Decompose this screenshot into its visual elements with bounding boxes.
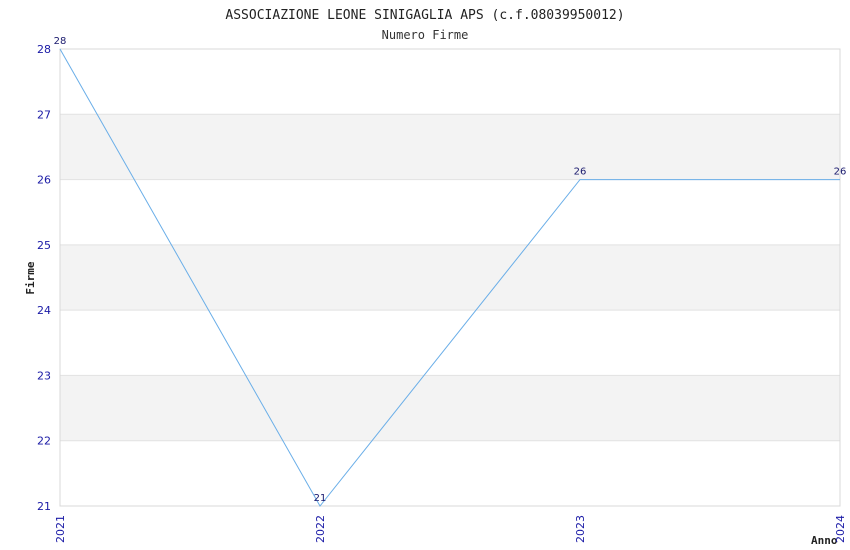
chart-subtitle: Numero Firme bbox=[382, 28, 469, 42]
y-axis-title: Firme bbox=[24, 261, 37, 294]
x-tick-label: 2021 bbox=[54, 515, 67, 543]
background-bands bbox=[60, 114, 840, 441]
x-tick-label: 2023 bbox=[574, 515, 587, 543]
data-label: 21 bbox=[314, 493, 327, 504]
y-tick-label: 27 bbox=[37, 108, 51, 121]
y-tick-label: 25 bbox=[37, 239, 51, 252]
grid-band bbox=[60, 375, 840, 441]
line-chart: ASSOCIAZIONE LEONE SINIGAGLIA APS (c.f.0… bbox=[24, 8, 847, 547]
y-tick-label: 22 bbox=[37, 435, 51, 448]
y-tick-label: 23 bbox=[37, 369, 51, 382]
y-tick-label: 21 bbox=[37, 500, 51, 513]
y-tick-label: 24 bbox=[37, 304, 51, 317]
data-label: 28 bbox=[54, 36, 67, 47]
y-tick-label: 28 bbox=[37, 43, 51, 56]
y-axis-ticks: 21 22 23 24 25 26 27 28 bbox=[37, 43, 51, 513]
y-tick-label: 26 bbox=[37, 174, 51, 187]
grid-band bbox=[60, 114, 840, 180]
chart-title: ASSOCIAZIONE LEONE SINIGAGLIA APS (c.f.0… bbox=[225, 8, 624, 23]
data-label: 26 bbox=[834, 167, 847, 178]
data-label: 26 bbox=[574, 167, 587, 178]
x-tick-label: 2024 bbox=[834, 515, 847, 543]
x-tick-label: 2022 bbox=[314, 515, 327, 543]
x-axis-ticks: 2021 2022 2023 2024 bbox=[54, 515, 847, 543]
